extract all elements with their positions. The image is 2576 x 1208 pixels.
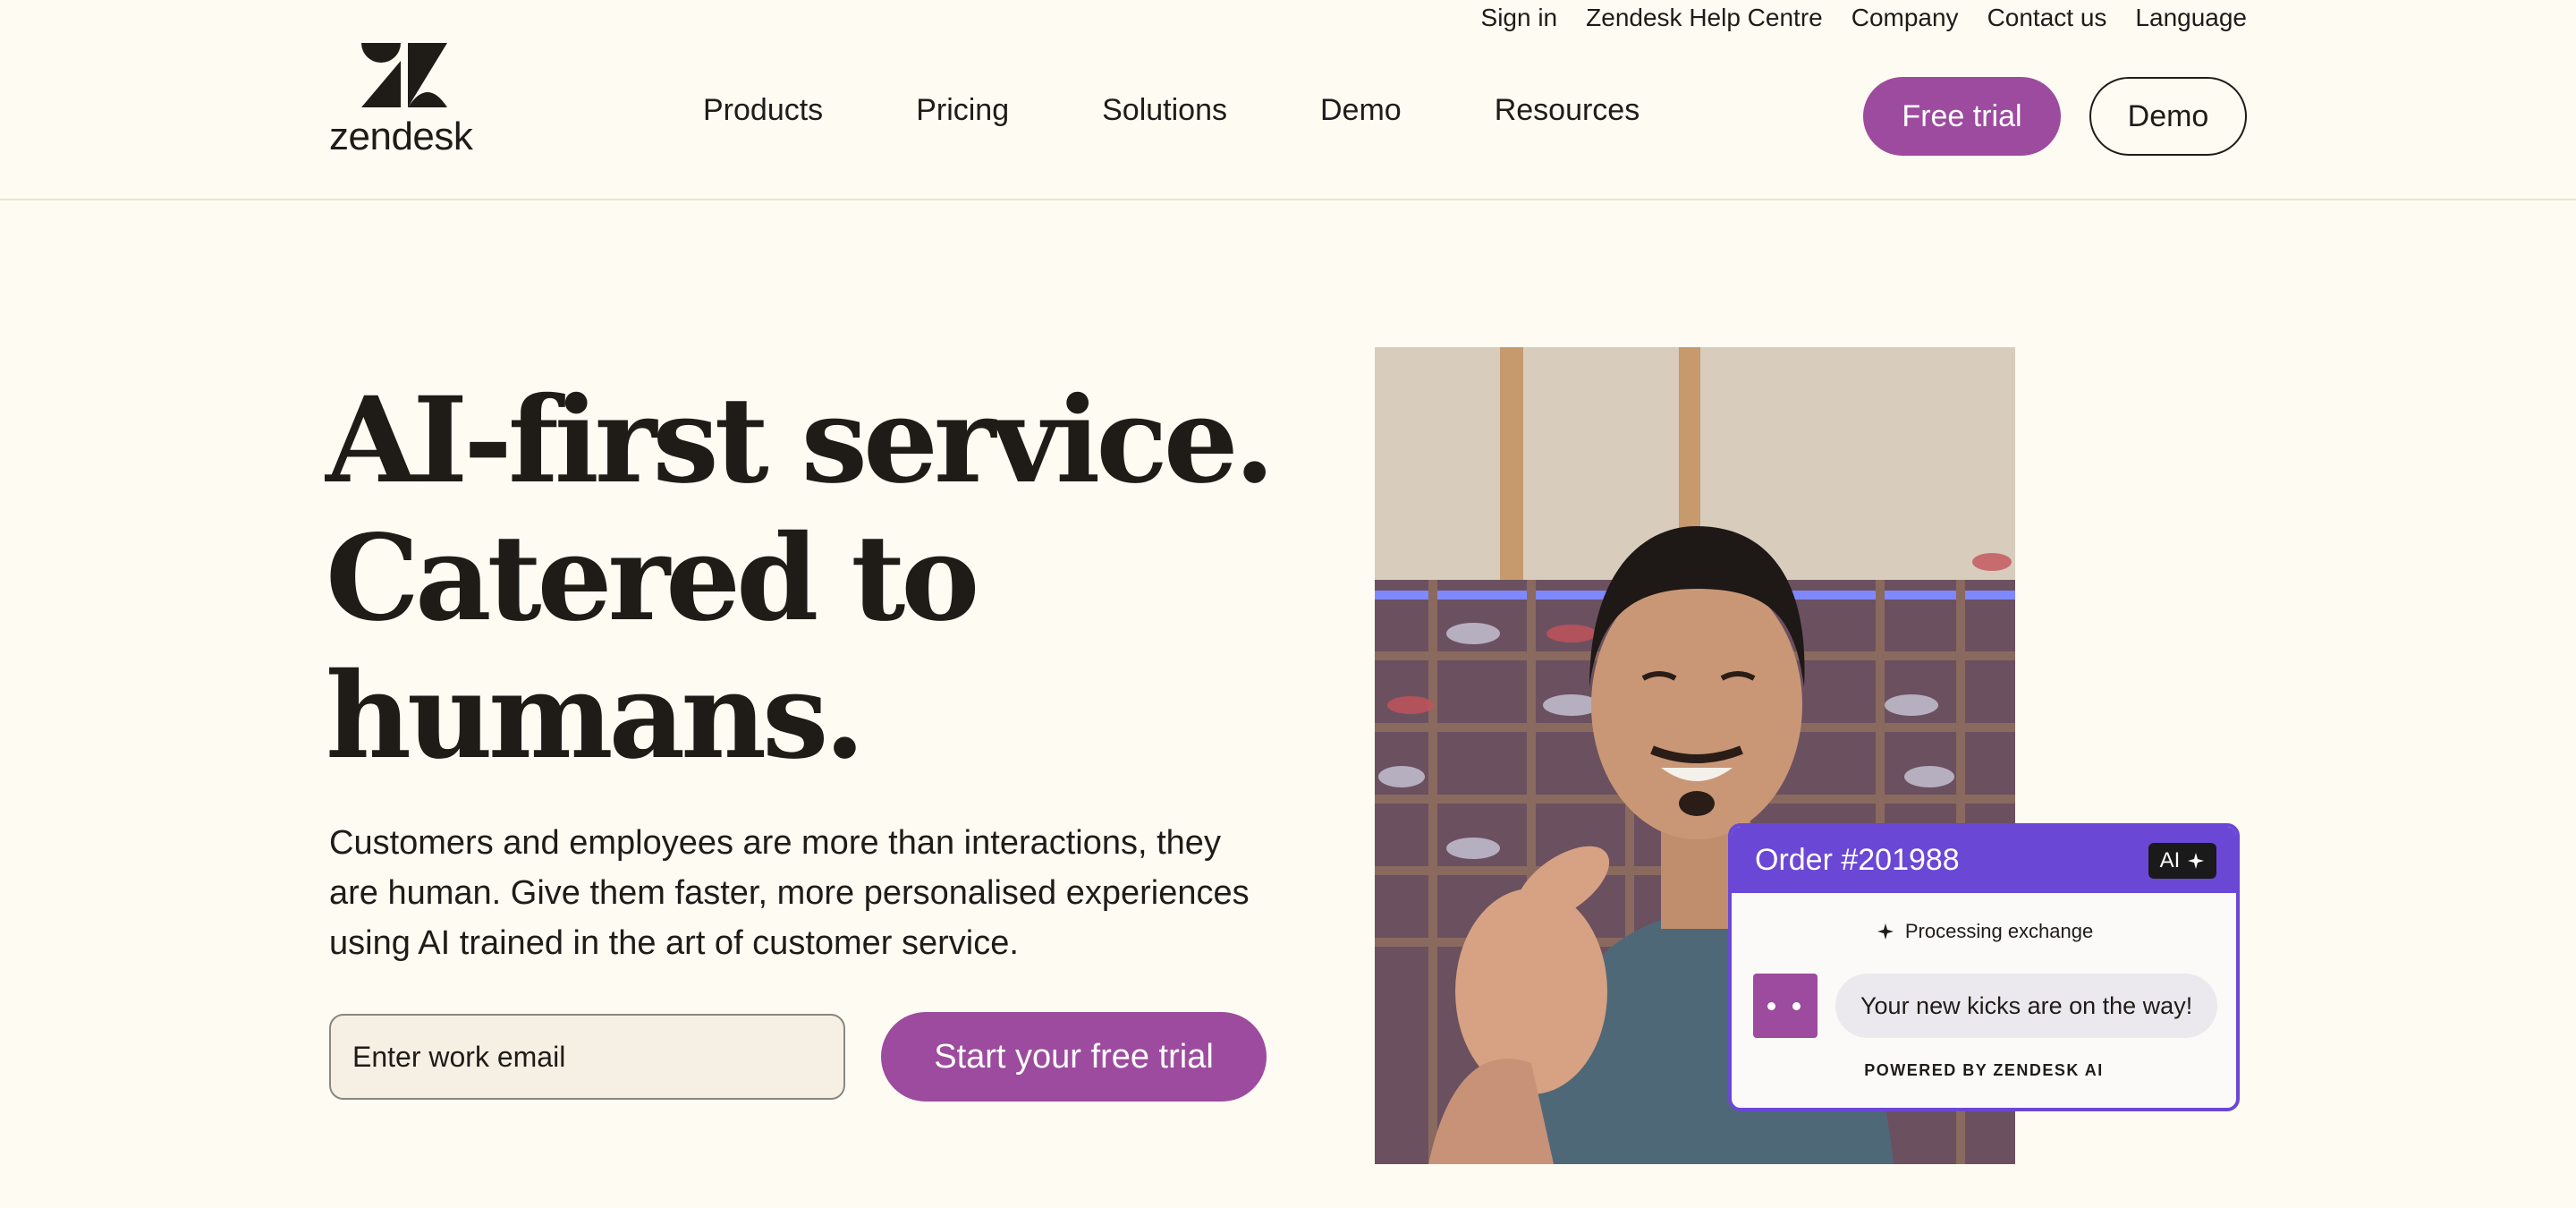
hero-subtext: Customers and employees are more than in… xyxy=(329,824,1250,962)
hero-headline-line: Catered to xyxy=(326,509,979,648)
processing-status: Processing exchange xyxy=(1732,920,2236,943)
ai-badge-label: AI xyxy=(2159,848,2181,872)
sparkle-icon xyxy=(1877,923,1894,940)
zendesk-wordmark: zendesk xyxy=(329,115,473,158)
work-email-input[interactable] xyxy=(329,1014,845,1100)
start-free-trial-button[interactable]: Start your free trial xyxy=(881,1012,1267,1102)
ai-card-header: Order #201988 AI xyxy=(1732,827,2236,893)
chat-message-bubble: Your new kicks are on the way! xyxy=(1835,974,2218,1038)
main-nav: Products Pricing Solutions Demo Resource… xyxy=(703,93,1640,128)
hero-headline-line: humans. xyxy=(326,647,865,786)
zendesk-mark-icon xyxy=(361,43,447,107)
hero-headline-line: AI-first service. xyxy=(326,371,1275,510)
site-header: zendesk Products Pricing Solutions Demo … xyxy=(0,0,2576,200)
sparkle-icon xyxy=(2188,853,2205,869)
nav-item-pricing[interactable]: Pricing xyxy=(916,93,1009,128)
ai-badge: AI xyxy=(2148,843,2216,879)
hero-headline: AI-first service. Catered to humans. xyxy=(326,372,1309,786)
nav-item-solutions[interactable]: Solutions xyxy=(1102,93,1227,128)
zendesk-logo[interactable]: zendesk xyxy=(329,43,481,158)
nav-item-products[interactable]: Products xyxy=(703,93,823,128)
nav-item-demo[interactable]: Demo xyxy=(1320,93,1402,128)
free-trial-button[interactable]: Free trial xyxy=(1863,77,2061,156)
processing-status-text: Processing exchange xyxy=(1904,920,2094,942)
powered-by-label: POWERED BY ZENDESK AI xyxy=(1864,1061,2104,1079)
order-title: Order #201988 xyxy=(1755,843,1960,877)
ai-order-card: Order #201988 AI Processing exchange You… xyxy=(1728,823,2240,1111)
bot-avatar xyxy=(1753,974,1818,1038)
nav-item-resources[interactable]: Resources xyxy=(1495,93,1640,128)
demo-button[interactable]: Demo xyxy=(2089,77,2247,156)
